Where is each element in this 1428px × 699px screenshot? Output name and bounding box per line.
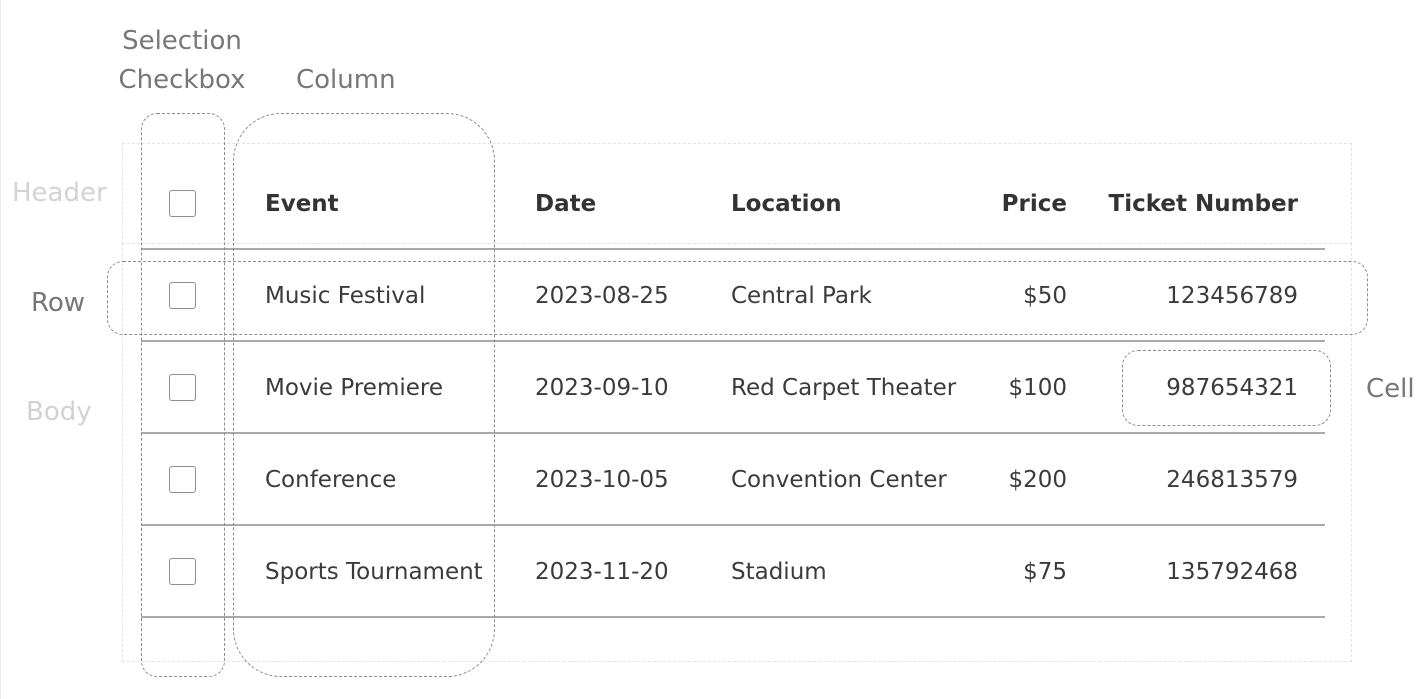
column-header-date[interactable]: Date — [535, 189, 596, 219]
price-cell: $75 — [1023, 559, 1067, 585]
cell-outline — [1122, 350, 1331, 426]
page-edge-rule — [0, 0, 1, 699]
selection-checkbox-label-line-1: Selection — [122, 26, 242, 56]
selection-column-outline — [141, 113, 225, 677]
column-label: Column — [296, 65, 396, 95]
column-header-price[interactable]: Price — [967, 189, 1067, 219]
location-cell: Convention Center — [731, 467, 947, 493]
event-column-outline — [233, 113, 495, 677]
selection-checkbox-label: Selection Checkbox — [112, 22, 252, 100]
ticket-number-cell: 135792468 — [1166, 559, 1298, 585]
selection-checkbox-label-line-2: Checkbox — [118, 65, 246, 95]
date-cell: 2023-11-20 — [535, 559, 669, 585]
cell-label: Cell — [1366, 374, 1415, 404]
ticket-number-cell: 246813579 — [1166, 467, 1298, 493]
price-cell: $200 — [1008, 467, 1067, 493]
date-cell: 2023-10-05 — [535, 467, 669, 493]
column-header-location[interactable]: Location — [731, 189, 842, 219]
location-cell: Red Carpet Theater — [731, 375, 957, 401]
location-cell: Stadium — [731, 559, 827, 585]
price-cell: $100 — [1008, 375, 1067, 401]
body-label: Body — [26, 397, 92, 427]
header-label: Header — [12, 178, 107, 208]
date-cell: 2023-09-10 — [535, 375, 669, 401]
column-header-ticket-number[interactable]: Ticket Number — [1098, 189, 1298, 219]
row-label: Row — [31, 288, 86, 318]
row-outline — [107, 261, 1368, 335]
